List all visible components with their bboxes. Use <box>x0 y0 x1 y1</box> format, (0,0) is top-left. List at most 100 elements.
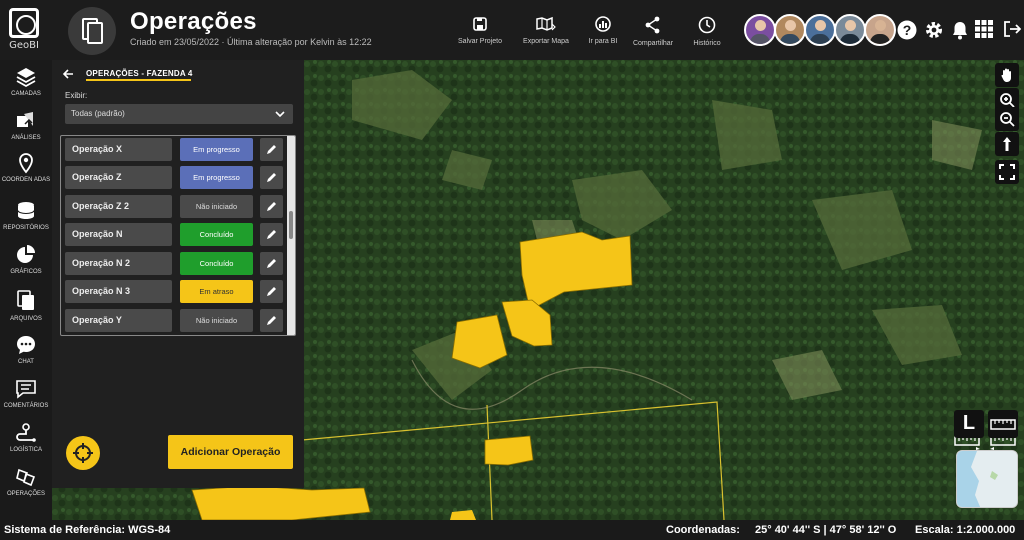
edit-operation-button[interactable] <box>260 252 283 275</box>
pencil-icon <box>267 230 276 239</box>
operation-name[interactable]: Operação Z 2 <box>65 195 172 218</box>
settings-gear-icon[interactable] <box>924 20 944 40</box>
save-icon <box>473 17 487 31</box>
logo-text: GeoBI <box>9 40 39 51</box>
chat-icon <box>17 336 35 354</box>
edit-operation-button[interactable] <box>260 309 283 332</box>
status-badge[interactable]: Concluído <box>180 223 253 246</box>
sidebar-item-comentarios[interactable]: COMENTÁRIOS <box>0 378 52 410</box>
scale-toggle-button[interactable]: L <box>954 410 984 438</box>
fullscreen-icon <box>999 164 1015 180</box>
sidebar-item-analises[interactable]: ANÁLISES <box>0 110 52 142</box>
export-map-button[interactable]: Exportar Mapa <box>514 16 578 45</box>
analysis-icon <box>17 112 33 127</box>
operation-row: Operação X Em progresso <box>65 138 285 161</box>
coordinates-label: Coordenadas: <box>666 524 740 536</box>
ruler-button[interactable] <box>988 410 1018 438</box>
chevron-down-icon <box>275 111 285 118</box>
layers-icon <box>16 68 36 88</box>
help-icon[interactable]: ? <box>897 20 917 40</box>
avatar[interactable] <box>744 14 776 46</box>
apps-grid-icon[interactable] <box>975 20 993 38</box>
operation-name[interactable]: Operação N <box>65 223 172 246</box>
zoom-out-button[interactable] <box>995 107 1019 131</box>
reference-system: Sistema de Referência: WGS-84 <box>4 524 171 536</box>
panel-title: OPERAÇÕES - FAZENDA 4 <box>86 69 193 78</box>
operation-name[interactable]: Operação N 3 <box>65 280 172 303</box>
history-button[interactable]: Histórico <box>675 16 739 47</box>
locate-button[interactable] <box>66 436 100 470</box>
app-logo[interactable]: GeoBI <box>6 8 42 56</box>
operation-row: Operação Z 2 Não iniciado <box>65 195 285 218</box>
list-scrollbar[interactable] <box>287 136 295 335</box>
pan-hand-icon <box>1001 68 1011 82</box>
sidebar-item-label: GRÁFICOS <box>10 269 42 275</box>
pencil-icon <box>267 202 276 211</box>
sidebar-item-repositorios[interactable]: REPOSITÓRIOS <box>0 200 52 232</box>
sidebar-item-arquivos[interactable]: ARQUIVOS <box>0 289 52 323</box>
notification-bell-icon[interactable] <box>951 20 969 40</box>
sidebar-item-label: ARQUIVOS <box>10 316 42 322</box>
pencil-icon <box>267 287 276 296</box>
filter-select[interactable]: Todas (padrão) <box>65 104 293 124</box>
back-arrow-icon[interactable] <box>62 68 74 80</box>
geobi-logo-icon <box>9 8 39 38</box>
status-badge[interactable]: Não iniciado <box>180 309 253 332</box>
edit-operation-button[interactable] <box>260 223 283 246</box>
save-project-button[interactable]: Salvar Projeto <box>448 16 512 45</box>
add-operation-button[interactable]: Adicionar Operação <box>168 435 293 469</box>
status-badge[interactable]: Em progresso <box>180 166 253 189</box>
comments-icon <box>16 380 36 399</box>
sidebar-item-logistica[interactable]: LOGÍSTICA <box>0 422 52 454</box>
edit-operation-button[interactable] <box>260 195 283 218</box>
database-icon <box>17 202 35 219</box>
pencil-icon <box>267 145 276 154</box>
minimap[interactable] <box>956 450 1018 508</box>
sidebar-item-coordenadas[interactable]: COORDEN ADAS <box>0 152 52 184</box>
edit-operation-button[interactable] <box>260 166 283 189</box>
minimap-image <box>957 451 1017 507</box>
edit-operation-button[interactable] <box>260 280 283 303</box>
fullscreen-button[interactable] <box>995 160 1019 184</box>
zoom-out-icon <box>1000 112 1015 127</box>
operation-name[interactable]: Operação Z <box>65 166 172 189</box>
avatar[interactable] <box>774 14 806 46</box>
go-to-bi-label: Ir para BI <box>588 38 618 45</box>
top-bar: GeoBI Operações Criado em 23/05/2022 · Ú… <box>0 0 1024 60</box>
sidebar-item-chat[interactable]: CHAT <box>0 334 52 366</box>
panel-title-underline <box>86 79 191 81</box>
status-badge[interactable]: Em progresso <box>180 138 253 161</box>
pencil-icon <box>267 259 276 268</box>
sidebar-item-operacoes[interactable]: OPERAÇÕES <box>0 466 52 498</box>
filter-select-value: Todas (padrão) <box>71 109 125 118</box>
sidebar-item-label: LOGÍSTICA <box>9 447 42 453</box>
avatar[interactable] <box>864 14 896 46</box>
operations-panel: OPERAÇÕES - FAZENDA 4 Exibir: Todas (pad… <box>52 60 304 488</box>
operation-row: Operação N 2 Concluído <box>65 252 285 275</box>
north-orientation-button[interactable] <box>995 132 1019 156</box>
operation-row: Operação N 3 Em atraso <box>65 280 285 303</box>
share-label: Compartilhar <box>632 40 674 47</box>
operation-row: Operação Y Não iniciado <box>65 309 285 332</box>
export-map-icon <box>536 16 556 31</box>
sidebar-item-camadas[interactable]: CAMADAS <box>0 66 52 98</box>
sidebar-item-label: OPERAÇÕES <box>6 491 45 497</box>
operation-name[interactable]: Operação Y <box>65 309 172 332</box>
avatar[interactable] <box>834 14 866 46</box>
operation-name[interactable]: Operação N 2 <box>65 252 172 275</box>
edit-operation-button[interactable] <box>260 138 283 161</box>
logout-icon[interactable] <box>1003 20 1021 38</box>
sidebar-item-label: COMENTÁRIOS <box>3 403 49 409</box>
left-sidebar: CAMADAS ANÁLISES COORDEN ADAS REPOSITÓRI… <box>0 60 52 520</box>
status-badge[interactable]: Não iniciado <box>180 195 253 218</box>
operation-name[interactable]: Operação X <box>65 138 172 161</box>
status-badge[interactable]: Em atraso <box>180 280 253 303</box>
status-badge[interactable]: Concluído <box>180 252 253 275</box>
scrollbar-thumb[interactable] <box>289 211 293 239</box>
pan-tool-button[interactable] <box>995 63 1019 87</box>
bi-chart-icon <box>595 16 611 32</box>
zoom-in-icon <box>1000 93 1015 108</box>
avatar[interactable] <box>804 14 836 46</box>
operations-list: Operação X Em progresso Operação Z Em pr… <box>60 135 296 336</box>
sidebar-item-graficos[interactable]: GRÁFICOS <box>0 244 52 276</box>
